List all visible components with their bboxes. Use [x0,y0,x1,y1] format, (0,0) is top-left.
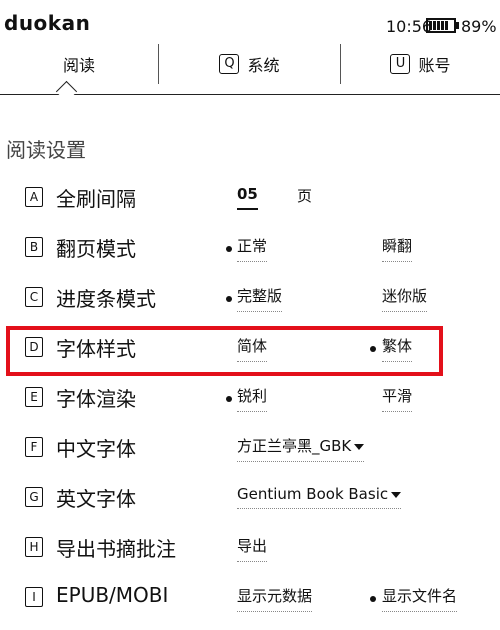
selected-dot-icon [370,596,376,602]
key-hint-icon: Q [219,54,240,74]
key-hint-icon: B [25,237,43,257]
setting-label: 英文字体 [56,487,136,511]
selected-dot-icon [226,296,232,302]
tab-underline [0,94,500,95]
tab-system[interactable]: Q 系统 [159,44,340,84]
setting-label: 全刷间隔 [56,187,136,211]
option-normal[interactable]: 正常 [237,235,268,262]
key-hint-icon: U [390,54,411,74]
battery-tip [456,22,459,29]
key-hint-icon: C [25,287,43,307]
setting-row-epub-mobi: I EPUB/MOBI 显示元数据 显示文件名 [0,575,500,621]
tab-label: 系统 [247,56,280,75]
export-button[interactable]: 导出 [237,535,268,562]
setting-row-progress-bar-mode: C 进度条模式 完整版 迷你版 [0,275,500,321]
key-hint-icon: I [25,587,43,607]
dropdown-value: 方正兰亭黑_GBK [237,437,352,455]
setting-row-refresh-interval: A 全刷间隔 05 页 [0,175,500,221]
english-font-dropdown[interactable]: Gentium Book Basic [237,485,402,509]
tab-reading[interactable]: 阅读 [0,44,158,84]
key-hint-icon: A [25,187,43,207]
battery-percent: 89% [461,17,497,36]
setting-row-page-turn-mode: B 翻页模式 正常 瞬翻 [0,225,500,271]
setting-label: 中文字体 [56,437,136,461]
section-title: 阅读设置 [6,138,86,162]
status-bar: duokan 10:56 89% [0,0,500,44]
key-hint-icon: H [25,537,43,557]
setting-label: EPUB/MOBI [56,583,169,607]
active-tab-caret-icon [55,80,78,103]
option-sharp[interactable]: 锐利 [237,385,268,412]
setting-label: 导出书摘批注 [56,537,176,561]
setting-row-english-font: G 英文字体 Gentium Book Basic [0,475,500,521]
chevron-down-icon [354,443,365,450]
dropdown-value: Gentium Book Basic [237,485,389,503]
option-smooth[interactable]: 平滑 [382,385,413,412]
key-hint-icon: G [25,487,43,507]
setting-row-chinese-font: F 中文字体 方正兰亭黑_GBK [0,425,500,471]
refresh-interval-value[interactable]: 05 [237,185,258,210]
highlight-box [6,326,443,376]
brand-logo: duokan [4,11,91,35]
tab-label: 账号 [418,56,451,75]
chevron-down-icon [391,491,402,498]
setting-label: 进度条模式 [56,287,156,311]
selected-dot-icon [226,396,232,402]
battery-icon [426,18,456,33]
option-full[interactable]: 完整版 [237,285,283,312]
setting-row-font-rendering: E 字体渲染 锐利 平滑 [0,375,500,421]
selected-dot-icon [226,246,232,252]
setting-row-export-notes: H 导出书摘批注 导出 [0,525,500,571]
tab-account[interactable]: U 账号 [341,44,500,84]
setting-label: 字体渲染 [56,387,136,411]
option-mini[interactable]: 迷你版 [382,285,428,312]
tab-bar: 阅读 Q 系统 U 账号 [0,44,500,103]
key-hint-icon: E [25,387,43,407]
key-hint-icon: F [25,437,43,457]
tab-label: 阅读 [62,56,95,75]
refresh-interval-unit: 页 [297,187,313,205]
setting-label: 翻页模式 [56,237,136,261]
option-show-filename[interactable]: 显示文件名 [382,585,458,612]
option-instant[interactable]: 瞬翻 [382,235,413,262]
chinese-font-dropdown[interactable]: 方正兰亭黑_GBK [237,435,365,462]
option-show-metadata[interactable]: 显示元数据 [237,585,313,612]
